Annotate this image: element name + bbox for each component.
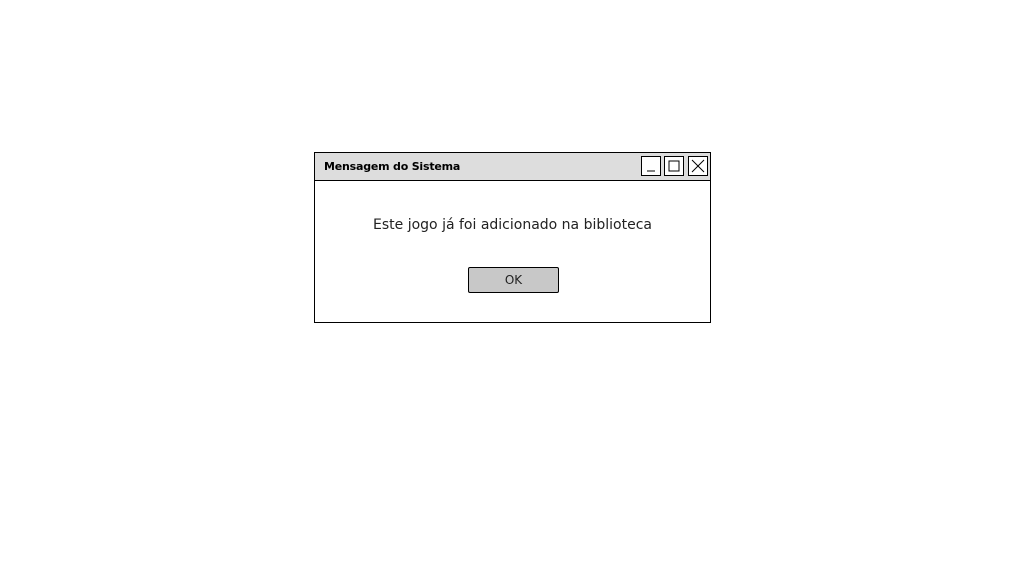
minimize-button[interactable] [641, 156, 661, 176]
close-button[interactable] [688, 156, 708, 176]
minimize-icon [647, 170, 655, 172]
maximize-button[interactable] [664, 156, 684, 176]
system-message-dialog: Mensagem do Sistema Este jogo já foi adi… [314, 152, 711, 323]
ok-button[interactable]: OK [468, 267, 559, 293]
close-icon [691, 159, 705, 173]
dialog-titlebar[interactable]: Mensagem do Sistema [315, 153, 710, 181]
maximize-icon [668, 160, 680, 172]
dialog-title: Mensagem do Sistema [324, 160, 461, 173]
dialog-message: Este jogo já foi adicionado na bibliotec… [373, 217, 652, 233]
